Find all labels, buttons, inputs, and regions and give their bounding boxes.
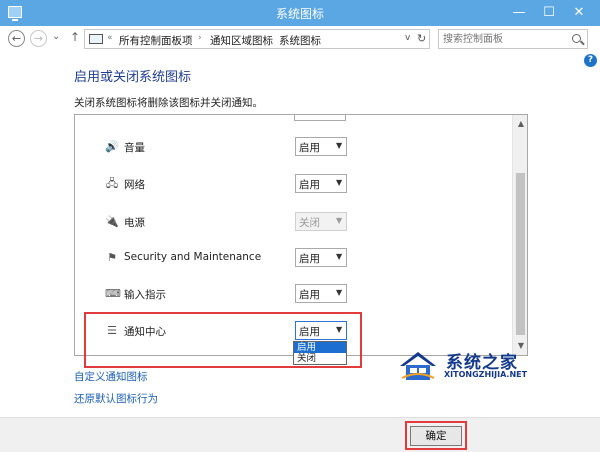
chevron-down-icon: ▼ xyxy=(336,178,343,187)
keyboard-icon: ⌨ xyxy=(105,287,121,300)
maximize-button[interactable]: ☐ xyxy=(535,0,563,26)
behavior-select: 关闭 ▼ xyxy=(295,212,347,231)
scroll-up-icon[interactable]: ▲ xyxy=(513,117,527,131)
refresh-icon[interactable]: ↻ xyxy=(417,32,426,45)
select-value: 启用 xyxy=(299,326,320,338)
list-item-label: 输入指示 xyxy=(124,289,166,301)
page-description: 关闭系统图标将删除该图标并关闭通知。 xyxy=(74,97,263,109)
network-icon: 🖧 xyxy=(105,177,119,190)
behavior-select[interactable]: 启用 ▼ xyxy=(295,284,347,303)
breadcrumb-all-control-panel-items[interactable]: 所有控制面板项 xyxy=(119,33,193,48)
select-value: 启用 xyxy=(299,142,320,154)
address-dropdown-icon[interactable]: v xyxy=(405,33,410,43)
title-bar: 系统图标 — ☐ ✕ xyxy=(0,0,600,26)
minimize-button[interactable]: — xyxy=(505,0,533,26)
search-box[interactable] xyxy=(438,29,588,49)
help-icon[interactable]: ? xyxy=(584,54,597,67)
dropdown-option-disable[interactable]: 关闭 xyxy=(294,353,346,364)
breadcrumb-notification-area-icons[interactable]: 通知区域图标 xyxy=(210,33,273,48)
flag-icon: ⚑ xyxy=(107,251,117,264)
watermark-logo-icon xyxy=(398,350,438,382)
select-value: 启用 xyxy=(299,179,320,191)
behavior-select[interactable]: 启用 ▼ xyxy=(295,174,347,193)
select-value: 启用 xyxy=(299,289,320,301)
list-item-power: 🔌 电源 关闭 ▼ xyxy=(75,210,512,236)
chevron-down-icon: ▼ xyxy=(336,288,343,297)
chevron-down-icon: ▼ xyxy=(336,252,343,261)
dropdown-option-enable[interactable]: 启用 xyxy=(294,342,346,353)
partial-select-above xyxy=(294,115,346,121)
address-bar[interactable]: « 所有控制面板项 › 通知区域图标 › 系统图标 v ↻ xyxy=(84,29,430,49)
recent-locations-icon[interactable]: ⌄ xyxy=(52,31,60,42)
navigation-bar: ← → ⌄ ↑ « 所有控制面板项 › 通知区域图标 › 系统图标 v ↻ xyxy=(0,26,600,52)
behavior-select[interactable]: 启用 ▼ xyxy=(295,321,347,340)
back-button[interactable]: ← xyxy=(8,30,25,47)
watermark: 系统之家 XITONGZHIJIA.NET xyxy=(398,346,558,386)
customize-notification-icons-link[interactable]: 自定义通知图标 xyxy=(74,369,148,384)
select-value: 启用 xyxy=(299,253,320,265)
overflow-chevron[interactable]: « xyxy=(107,33,113,43)
behavior-select[interactable]: 启用 ▼ xyxy=(295,248,347,267)
select-value: 关闭 xyxy=(299,217,320,229)
action-center-icon: ☰ xyxy=(107,324,117,337)
scroll-thumb[interactable] xyxy=(516,173,525,335)
list-item-label: Security and Maintenance xyxy=(124,251,262,263)
list-item-volume: 🔊 音量 启用 ▼ xyxy=(75,135,512,161)
speaker-icon: 🔊 xyxy=(105,140,119,153)
chevron-down-icon: ▼ xyxy=(336,325,343,334)
list-item-label: 电源 xyxy=(124,217,145,229)
list-item-label: 网络 xyxy=(124,179,145,191)
breadcrumb-separator[interactable]: › xyxy=(267,33,271,43)
watermark-url: XITONGZHIJIA.NET xyxy=(444,370,528,379)
behavior-dropdown-list: 启用 关闭 xyxy=(293,341,347,365)
search-icon[interactable] xyxy=(572,34,581,43)
breadcrumb-system-icons[interactable]: 系统图标 xyxy=(279,33,321,48)
list-item-label: 音量 xyxy=(124,142,145,154)
search-input[interactable] xyxy=(443,32,563,46)
behavior-select[interactable]: 启用 ▼ xyxy=(295,137,347,156)
power-icon: 🔌 xyxy=(105,215,119,228)
breadcrumb-separator[interactable]: › xyxy=(198,33,202,43)
restore-default-icon-behaviors-link[interactable]: 还原默认图标行为 xyxy=(74,391,158,406)
dialog-footer: 确定 xyxy=(0,417,600,452)
ok-button[interactable]: 确定 xyxy=(410,426,462,446)
forward-button[interactable]: → xyxy=(30,30,47,47)
list-item-input-indicator: ⌨ 输入指示 启用 ▼ xyxy=(75,282,512,308)
list-item-security-maintenance: ⚑ Security and Maintenance 启用 ▼ xyxy=(75,246,512,272)
up-button[interactable]: ↑ xyxy=(70,30,80,44)
computer-icon xyxy=(89,34,103,44)
close-button[interactable]: ✕ xyxy=(565,0,593,26)
list-item-label: 通知中心 xyxy=(124,326,166,338)
chevron-down-icon: ▼ xyxy=(336,141,343,150)
page-title: 启用或关闭系统图标 xyxy=(74,70,192,85)
system-icons-list: 🔊 音量 启用 ▼ 🖧 网络 启用 ▼ 🔌 电源 关闭 ▼ ⚑ Security… xyxy=(74,114,528,356)
chevron-down-icon: ▼ xyxy=(336,216,343,225)
list-item-network: 🖧 网络 启用 ▼ xyxy=(75,172,512,198)
vertical-scrollbar[interactable]: ▲ ▼ xyxy=(512,115,527,355)
